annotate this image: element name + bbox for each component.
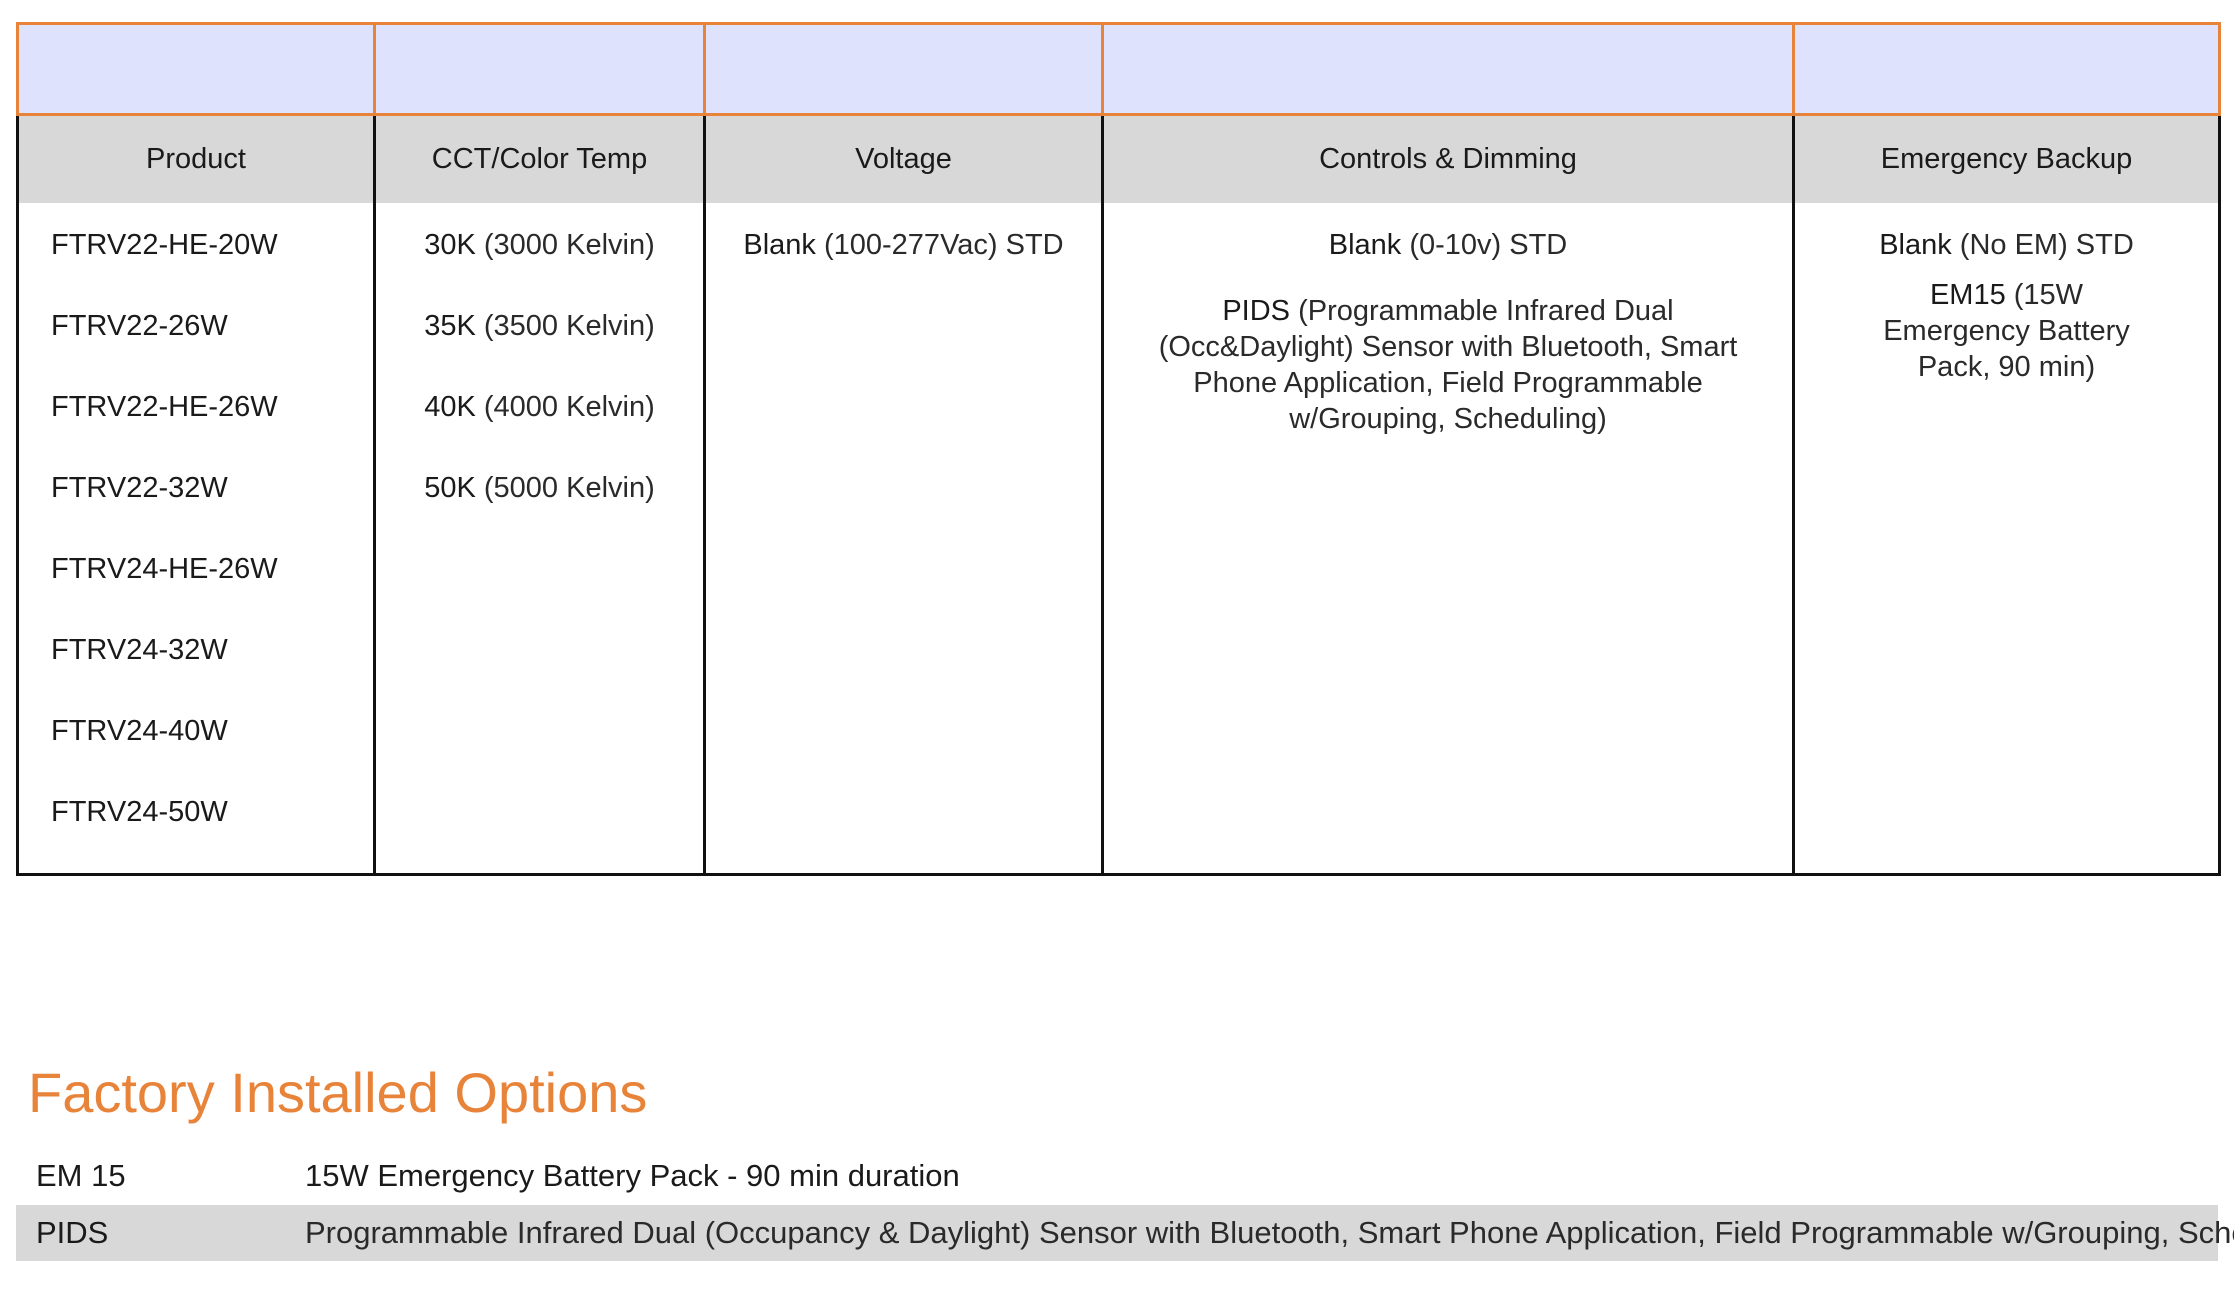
product-item: FTRV24-50W: [51, 796, 228, 828]
cct-desc: (3000 Kelvin): [475, 229, 655, 261]
product-item: FTRV22-HE-20W: [51, 229, 278, 261]
product-column: FTRV22-HE-20W FTRV22-26W FTRV22-HE-26W F…: [16, 203, 376, 876]
band-cell: [16, 22, 376, 116]
controls-desc: (0-10v) STD: [1401, 229, 1568, 261]
option-row: PIDS Programmable Infrared Dual (Occupan…: [16, 1205, 2234, 1261]
table-top-band: [16, 22, 2221, 116]
options-title: Factory Installed Options: [28, 1061, 648, 1124]
cct-desc: (3500 Kelvin): [475, 310, 655, 342]
cct-code: 35K: [424, 310, 476, 342]
cct-code: 50K: [424, 472, 476, 504]
cct-option: 40K (4000 Kelvin): [376, 387, 703, 468]
emergency-option: Blank (No EM) STD: [1795, 225, 2218, 265]
header-controls: Controls & Dimming: [1101, 114, 1795, 203]
cct-option: 35K (3500 Kelvin): [376, 306, 703, 387]
band-cell: [373, 22, 706, 116]
controls-column: Blank (0-10v) STD PIDS (Programmable Inf…: [1101, 203, 1795, 876]
controls-code: PIDS: [1222, 295, 1291, 327]
option-row: EM 15 15W Emergency Battery Pack - 90 mi…: [16, 1148, 2218, 1204]
product-item: FTRV24-32W: [51, 634, 228, 666]
band-cell: [1792, 22, 2221, 116]
voltage-code: Blank: [743, 229, 816, 261]
cct-option: 50K (5000 Kelvin): [376, 468, 703, 549]
product-item: FTRV24-HE-26W: [51, 553, 278, 585]
header-cct: CCT/Color Temp: [373, 114, 706, 203]
option-code: PIDS: [36, 1215, 109, 1250]
cct-desc: (5000 Kelvin): [475, 472, 655, 504]
header-product: Product: [16, 114, 376, 203]
controls-code: Blank: [1328, 229, 1402, 261]
option-desc: Programmable Infrared Dual (Occupancy & …: [305, 1215, 2234, 1250]
emergency-code: EM15: [1929, 279, 2006, 311]
band-cell: [1101, 22, 1795, 116]
header-emergency: Emergency Backup: [1792, 114, 2221, 203]
cct-option: 30K (3000 Kelvin): [376, 225, 703, 306]
emergency-desc: (No EM) STD: [1951, 229, 2134, 261]
table-header-row: Product CCT/Color Temp Voltage Controls …: [16, 114, 2221, 203]
product-item: FTRV24-40W: [51, 715, 228, 747]
cct-code: 40K: [424, 391, 476, 423]
table-body-row: FTRV22-HE-20W FTRV22-26W FTRV22-HE-26W F…: [16, 203, 2221, 876]
voltage-desc: (100-277Vac) STD: [815, 229, 1064, 261]
product-item: FTRV22-26W: [51, 310, 228, 342]
product-item: FTRV22-32W: [51, 472, 228, 504]
ordering-table: Product CCT/Color Temp Voltage Controls …: [16, 22, 2221, 876]
option-desc: 15W Emergency Battery Pack - 90 min dura…: [305, 1158, 960, 1193]
voltage-option: Blank (100-277Vac) STD: [706, 225, 1101, 265]
cct-column: 30K (3000 Kelvin) 35K (3500 Kelvin) 40K …: [373, 203, 706, 876]
cct-desc: (4000 Kelvin): [475, 391, 655, 423]
cct-code: 30K: [424, 229, 476, 261]
band-cell: [703, 22, 1104, 116]
voltage-column: Blank (100-277Vac) STD: [703, 203, 1104, 876]
product-item: FTRV22-HE-26W: [51, 391, 278, 423]
controls-option: Blank (0-10v) STD: [1104, 225, 1792, 265]
emergency-column: Blank (No EM) STD EM15 (15W Emergency Ba…: [1792, 203, 2221, 876]
controls-option: PIDS (Programmable Infrared Dual (Occ&Da…: [1104, 293, 1792, 437]
emergency-desc: (15W Emergency Battery Pack, 90 min): [1883, 279, 2130, 383]
emergency-code: Blank: [1879, 229, 1952, 261]
option-code: EM 15: [36, 1158, 126, 1193]
header-voltage: Voltage: [703, 114, 1104, 203]
emergency-option: EM15 (15W Emergency Battery Pack, 90 min…: [1795, 277, 2218, 385]
